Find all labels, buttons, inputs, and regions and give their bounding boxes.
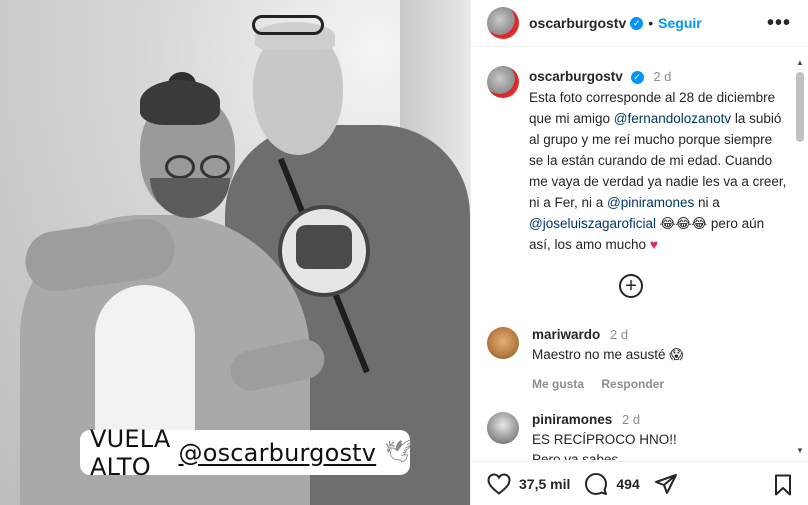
mention-joseluiszagaroficial[interactable]: @joseluiszagaroficial: [529, 216, 656, 231]
comment-body: mariwardo 2 d Maestro no me asusté 😱 Me …: [532, 325, 787, 394]
share-icon[interactable]: [654, 472, 678, 496]
photo-sunglasses: [252, 15, 324, 35]
author-username[interactable]: oscarburgostv: [529, 15, 626, 31]
comments-scroll-area[interactable]: oscarburgostv ✓ 2 d Esta foto correspond…: [471, 48, 801, 460]
comment-time: 2 d: [622, 412, 641, 427]
post-side-panel: oscarburgostv ✓ • Seguir ••• oscarburgos…: [470, 0, 808, 505]
photo-glasses-left-lens: [165, 155, 195, 179]
photo-caption-sticker: VUELA ALTO @oscarburgostv 🕊: [80, 425, 413, 481]
comment-username[interactable]: piniramones: [532, 412, 612, 427]
follow-button[interactable]: Seguir: [658, 15, 702, 31]
scroll-up-arrow-icon[interactable]: ▲: [795, 58, 805, 68]
photo-glasses-right-lens: [200, 155, 230, 179]
heart-emoji-icon: ♥: [649, 237, 658, 252]
like-action[interactable]: 37,5 mil: [487, 472, 570, 495]
post-caption: oscarburgostv ✓ 2 d Esta foto correspond…: [487, 66, 787, 255]
comment-actions: Me gusta Responder: [532, 374, 787, 394]
comment-text-line2: Pero ya sabes: [532, 452, 619, 460]
mention-fernandolozanotv[interactable]: @fernandolozanotv: [614, 111, 731, 126]
comment-text-line1: ES RECÍPROCO HNO!!: [532, 432, 677, 447]
comment-text: Maestro no me asusté 😱: [532, 347, 684, 362]
comment-username[interactable]: mariwardo: [532, 327, 600, 342]
verified-icon: ✓: [630, 70, 644, 84]
verified-icon: ✓: [630, 16, 644, 30]
sticker-lead-text: VUELA ALTO: [90, 424, 171, 481]
post-header: oscarburgostv ✓ • Seguir •••: [471, 0, 808, 47]
comment-time: 2 d: [610, 327, 629, 342]
comment-body: piniramones 2 d ES RECÍPROCO HNO!! Pero …: [532, 410, 787, 460]
comment-avatar[interactable]: [487, 327, 519, 359]
caption-author-avatar[interactable]: [487, 66, 519, 98]
post-actions-bar: 37,5 mil 494: [471, 461, 808, 505]
comment-item: piniramones 2 d ES RECÍPROCO HNO!! Pero …: [487, 410, 787, 460]
photo-person-left-hair-top: [140, 80, 220, 125]
comment-action[interactable]: 494: [584, 472, 640, 496]
comments-scrollbar[interactable]: ▲ ▼: [795, 58, 805, 456]
caption-username[interactable]: oscarburgostv: [529, 69, 623, 84]
more-options-icon[interactable]: •••: [767, 12, 791, 35]
sticker-handle-text: @oscarburgostv: [178, 438, 377, 467]
comments-count[interactable]: 494: [616, 476, 639, 492]
comment-item: mariwardo 2 d Maestro no me asusté 😱 Me …: [487, 325, 787, 394]
likes-count[interactable]: 37,5 mil: [519, 476, 570, 492]
comment-icon[interactable]: [584, 472, 608, 496]
author-avatar[interactable]: [487, 7, 519, 39]
caption-time[interactable]: 2 d: [653, 69, 671, 84]
dove-icon: 🕊: [384, 440, 413, 465]
bookmark-icon[interactable]: [773, 474, 793, 496]
comment-reply-button[interactable]: Responder: [601, 377, 664, 391]
share-action[interactable]: [654, 472, 686, 496]
post-photo[interactable]: VUELA ALTO @oscarburgostv 🕊: [0, 0, 470, 505]
heart-icon[interactable]: [487, 472, 511, 495]
scrollbar-thumb[interactable]: [796, 72, 804, 142]
scroll-down-arrow-icon[interactable]: ▼: [795, 446, 805, 456]
separator-dot: •: [648, 15, 654, 31]
load-more-comments-button[interactable]: +: [619, 274, 643, 298]
comment-like-button[interactable]: Me gusta: [532, 377, 584, 391]
caption-text-part3: ni a: [694, 195, 720, 210]
comment-avatar[interactable]: [487, 412, 519, 444]
photo-shirt-logo-detail: [296, 225, 352, 269]
caption-content: oscarburgostv ✓ 2 d Esta foto correspond…: [529, 66, 787, 255]
mention-piniramones[interactable]: @piniramones: [607, 195, 694, 210]
